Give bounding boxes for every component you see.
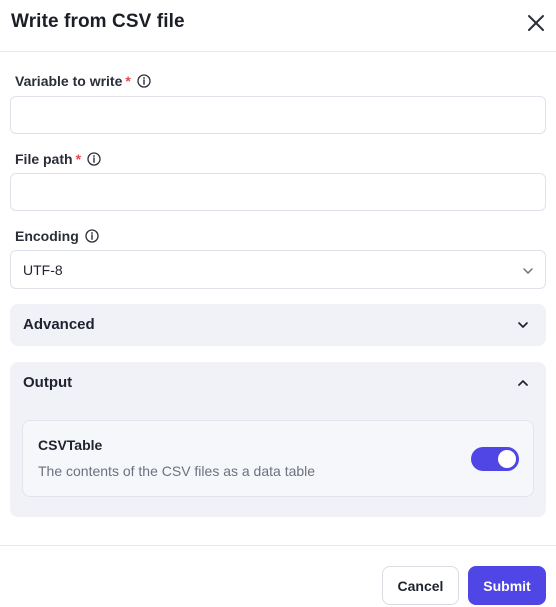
info-icon[interactable] bbox=[137, 74, 151, 88]
output-variable-toggle[interactable] bbox=[471, 447, 519, 471]
close-icon[interactable] bbox=[524, 11, 548, 35]
required-mark: * bbox=[125, 73, 131, 89]
output-variable-name: CSVTable bbox=[38, 437, 103, 453]
dialog-title: Write from CSV file bbox=[11, 11, 185, 32]
info-icon[interactable] bbox=[85, 229, 99, 243]
variable-label: Variable to write * bbox=[15, 72, 151, 90]
submit-button[interactable]: Submit bbox=[468, 566, 546, 605]
info-icon[interactable] bbox=[87, 152, 101, 166]
toggle-knob bbox=[498, 450, 516, 468]
chevron-down-icon bbox=[521, 264, 535, 278]
variable-input[interactable] bbox=[10, 96, 546, 134]
output-section-header[interactable]: Output bbox=[10, 362, 546, 404]
dialog-footer: Cancel Submit bbox=[0, 545, 556, 607]
required-mark: * bbox=[75, 151, 82, 167]
chevron-up-icon bbox=[516, 376, 530, 390]
output-variable-description: The contents of the CSV files as a data … bbox=[38, 463, 316, 479]
cancel-button[interactable]: Cancel bbox=[382, 566, 459, 605]
encoding-label-text: Encoding bbox=[15, 228, 79, 244]
output-title: Output bbox=[23, 374, 73, 391]
file-path-label-text: File path bbox=[15, 151, 73, 167]
output-variable-card: CSVTable The contents of the CSV files a… bbox=[22, 420, 534, 497]
advanced-title: Advanced bbox=[23, 316, 95, 333]
file-path-label: File path * bbox=[15, 150, 101, 168]
encoding-select[interactable]: UTF-8 bbox=[10, 250, 546, 289]
encoding-label: Encoding bbox=[15, 227, 99, 245]
file-path-input[interactable] bbox=[10, 173, 546, 211]
output-section: Output CSVTable The contents of the CSV … bbox=[10, 362, 546, 517]
advanced-section-header[interactable]: Advanced bbox=[10, 304, 546, 346]
variable-label-text: Variable to write bbox=[15, 73, 123, 89]
advanced-section: Advanced bbox=[10, 304, 546, 346]
chevron-down-icon bbox=[516, 318, 530, 332]
dialog-header: Write from CSV file bbox=[0, 0, 556, 52]
encoding-value: UTF-8 bbox=[23, 261, 63, 278]
